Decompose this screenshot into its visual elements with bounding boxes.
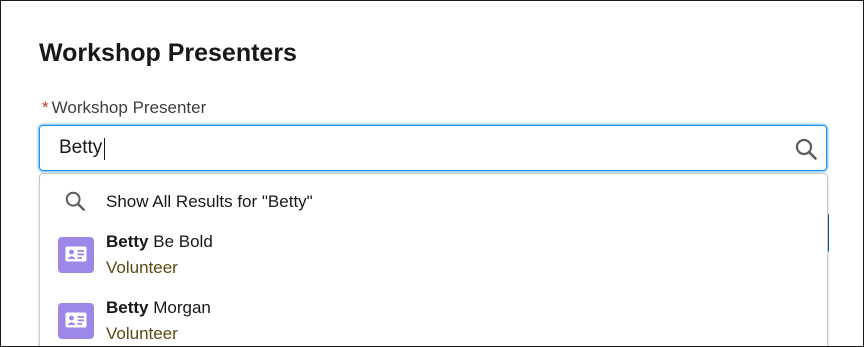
lookup-result-item[interactable]: Betty Morgan Volunteer	[40, 292, 827, 346]
result-name-match: Betty	[106, 298, 149, 317]
modal-title: Workshop Presenters	[39, 39, 297, 67]
result-name-rest: Be Bold	[148, 232, 213, 251]
result-type: Volunteer	[106, 324, 178, 343]
show-all-results-option[interactable]: Show All Results for "Betty"	[40, 182, 827, 220]
result-type: Volunteer	[106, 258, 178, 277]
result-name: Betty Morgan	[106, 298, 211, 318]
lookup-results-dropdown: Show All Results for "Betty" Betty Be Bo…	[39, 173, 828, 346]
modal-dialog: Workshop Presenters * Workshop Presenter …	[0, 0, 864, 347]
result-name-match: Betty	[106, 232, 149, 251]
presenter-lookup-field[interactable]	[39, 125, 827, 171]
lookup-result-item[interactable]: Betty Be Bold Volunteer	[40, 226, 827, 282]
search-icon	[64, 190, 86, 217]
contact-card-icon	[58, 237, 94, 273]
show-all-results-text: Show All Results for "Betty"	[106, 192, 313, 211]
result-name: Betty Be Bold	[106, 232, 213, 252]
contact-card-icon	[58, 303, 94, 339]
field-label-text: Workshop Presenter	[51, 98, 207, 117]
search-icon[interactable]	[794, 137, 818, 166]
text-caret	[104, 138, 105, 160]
presenter-search-input[interactable]	[40, 126, 780, 170]
required-marker: *	[42, 98, 49, 117]
field-label: * Workshop Presenter	[42, 98, 206, 118]
result-name-rest: Morgan	[148, 298, 211, 317]
